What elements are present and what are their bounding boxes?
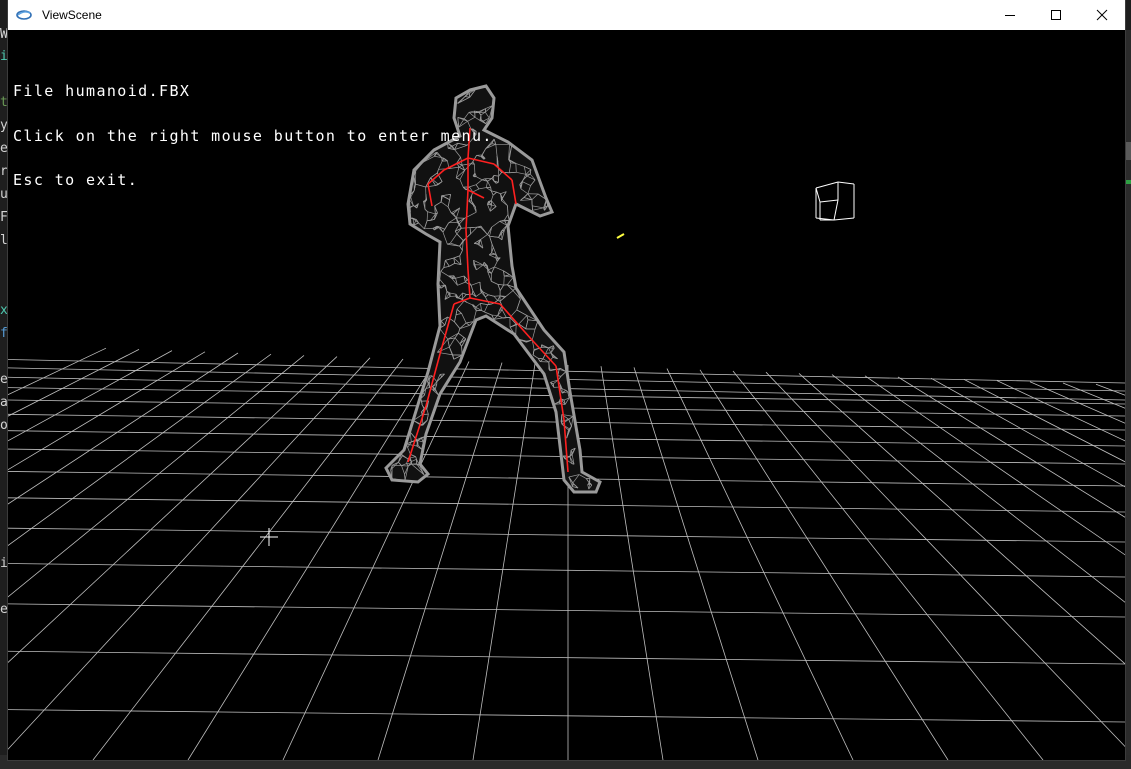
camera-gizmo-edge: [815, 181, 839, 189]
grid-line: [8, 563, 1125, 578]
camera-gizmo-edge: [833, 199, 839, 221]
grid-line: [8, 497, 1125, 513]
grid-line: [1062, 382, 1125, 409]
grid-line: [798, 373, 1125, 665]
camera-gizmo-edge: [815, 187, 821, 203]
grid-line: [8, 351, 206, 471]
grid-line: [1095, 383, 1125, 396]
grid-line: [1029, 381, 1125, 424]
grid-line: [8, 357, 371, 750]
3d-viewport[interactable]: File humanoid.FBX Click on the right mou…: [8, 30, 1125, 760]
app-icon: [16, 6, 34, 24]
minimize-button[interactable]: [987, 0, 1033, 30]
grid-line: [633, 367, 759, 760]
viewscene-window[interactable]: ViewScene File humanoid.FBX Click on the…: [8, 0, 1125, 760]
maximize-button[interactable]: [1033, 0, 1079, 30]
maximize-icon: [1051, 10, 1061, 20]
grid-line: [996, 380, 1125, 442]
grid-line: [930, 377, 1125, 488]
minimize-icon: [1005, 15, 1015, 16]
camera-gizmo: [815, 181, 855, 221]
grid-line: [472, 363, 536, 760]
overlay-exit-hint-line: Esc to exit.: [13, 171, 139, 189]
grid-line: [8, 603, 1125, 618]
crosshair-cursor-icon: [260, 528, 278, 546]
grid-line: [666, 368, 854, 760]
grid-line: [699, 369, 949, 760]
grid-line: [864, 375, 1125, 556]
overlay-menu-hint-line: Click on the right mouse button to enter…: [13, 126, 493, 145]
camera-gizmo-edge: [837, 181, 855, 185]
title-bar[interactable]: ViewScene: [8, 0, 1125, 30]
overlay-text: File humanoid.FBX Click on the right mou…: [13, 54, 493, 218]
grid-line: [600, 366, 664, 760]
grid-line: [8, 527, 1125, 543]
grid-line: [963, 379, 1125, 463]
grid-line: [831, 374, 1125, 603]
grid-line: [377, 362, 503, 760]
camera-gizmo-edge: [819, 199, 839, 203]
camera-gizmo-edge: [833, 217, 855, 221]
grid-line: [8, 356, 338, 663]
light-marker: [616, 233, 625, 239]
grid-line: [92, 358, 404, 760]
grid-line: [8, 349, 140, 417]
overlay-file-line: File humanoid.FBX: [13, 82, 191, 100]
grid-line: [732, 370, 1044, 760]
close-button[interactable]: [1079, 0, 1125, 30]
close-icon: [1096, 9, 1108, 21]
grid-line: [8, 347, 107, 396]
grid-line: [897, 376, 1125, 518]
grid-line: [8, 709, 1125, 723]
grid-line: [765, 371, 1125, 748]
grid-line: [8, 352, 239, 505]
window-title: ViewScene: [42, 8, 102, 22]
